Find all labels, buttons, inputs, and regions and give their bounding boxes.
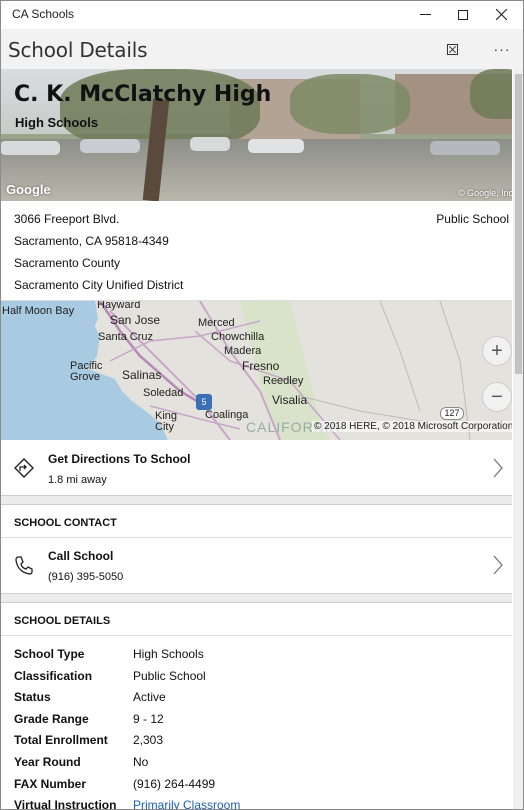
photo-tree	[470, 69, 512, 119]
map-label-hayward: Hayward	[97, 301, 141, 311]
school-details-title: SCHOOL DETAILS	[14, 615, 111, 627]
maximize-icon	[458, 9, 468, 20]
city-state-zip: Sacramento, CA 95818-4349	[14, 234, 169, 248]
scrollbar-thumb[interactable]	[515, 74, 522, 374]
county: Sacramento County	[14, 256, 121, 270]
school-level: High Schools	[15, 115, 99, 130]
map-label-coalinga: Coalinga	[205, 409, 249, 421]
more-options-button[interactable]: ···	[487, 35, 517, 63]
section-divider	[0, 495, 512, 505]
call-school-row[interactable]: Call School (916) 395-5050	[0, 539, 512, 592]
section-divider	[0, 593, 512, 603]
phone-icon	[15, 556, 33, 575]
photo-car	[190, 137, 230, 151]
get-directions-row[interactable]: Get Directions To School 1.8 mi away	[0, 441, 512, 495]
school-contact-header: SCHOOL CONTACT	[0, 506, 512, 538]
detail-label: Virtual Instruction	[14, 798, 117, 810]
close-icon	[495, 9, 507, 20]
school-details-header: SCHOOL DETAILS	[0, 604, 512, 636]
map-label-salinas: Salinas	[122, 368, 162, 382]
detail-label: FAX Number	[14, 777, 87, 791]
highway-5-shield: 5	[196, 394, 212, 410]
map-road	[379, 301, 421, 412]
close-details-button[interactable]	[437, 35, 467, 63]
detail-row: Total Enrollment 2,303	[0, 733, 512, 755]
detail-value: No	[133, 755, 149, 769]
school-type-label: Public School	[436, 212, 509, 226]
app-title: CA Schools	[12, 7, 75, 21]
map-label-reedley: Reedley	[263, 375, 304, 387]
map-label-merced: Merced	[198, 317, 235, 329]
zoom-out-button[interactable]: −	[482, 382, 512, 412]
chevron-right-icon	[493, 458, 503, 478]
map-label-visalia: Visalia	[272, 393, 308, 407]
directions-distance: 1.8 mi away	[48, 474, 107, 486]
minimize-icon	[419, 14, 431, 15]
detail-value: Public School	[133, 669, 206, 683]
detail-value: 9 - 12	[133, 712, 164, 726]
minimize-button[interactable]	[406, 0, 444, 29]
school-contact-title: SCHOOL CONTACT	[14, 517, 117, 529]
map-label-half-moon-bay: Half Moon Bay	[2, 305, 75, 317]
detail-row: Status Active	[0, 690, 512, 712]
virtual-instruction-link[interactable]: Primarily Classroom	[133, 798, 240, 810]
street-view-photo: C. K. McClatchy High High Schools Google…	[0, 69, 512, 201]
map-label-madera: Madera	[224, 345, 262, 357]
address-block: 3066 Freeport Blvd. Sacramento, CA 95818…	[0, 201, 512, 301]
street-address: 3066 Freeport Blvd.	[14, 212, 120, 226]
location-map[interactable]: Half Moon Bay Hayward San Jose Merced Ch…	[0, 301, 512, 440]
map-label-king-city: King City	[155, 410, 178, 433]
detail-label: Total Enrollment	[14, 733, 108, 747]
highway-127-shield: 127	[440, 407, 464, 420]
school-phone: (916) 395-5050	[48, 571, 124, 583]
detail-row: Grade Range 9 - 12	[0, 712, 512, 734]
directions-icon	[14, 458, 34, 478]
photo-car	[0, 141, 60, 155]
photo-car	[248, 139, 304, 153]
close-window-button[interactable]	[482, 0, 520, 29]
zoom-in-button[interactable]: +	[482, 336, 512, 366]
detail-label: Status	[14, 690, 51, 704]
detail-value: 2,303	[133, 733, 164, 747]
map-label-fresno: Fresno	[242, 359, 280, 373]
google-logo: Google	[6, 182, 51, 197]
detail-label: Year Round	[14, 755, 81, 769]
detail-value: Active	[133, 690, 166, 704]
photo-car	[80, 139, 140, 153]
district: Sacramento City Unified District	[14, 278, 184, 292]
map-label-santa: Santa Cruz	[98, 331, 154, 343]
detail-value: High Schools	[133, 647, 204, 661]
detail-value: (916) 264-4499	[133, 777, 216, 791]
window-titlebar: CA Schools	[0, 0, 524, 29]
detail-row: Classification Public School	[0, 669, 512, 691]
detail-label: Grade Range	[14, 712, 89, 726]
maximize-button[interactable]	[444, 0, 482, 29]
photo-tree	[290, 74, 410, 134]
app-header: School Details ···	[0, 29, 524, 69]
photo-car	[430, 141, 500, 155]
detail-label: Classification	[14, 669, 93, 683]
map-copyright: © 2018 HERE, © 2018 Microsoft Corporatio…	[312, 421, 512, 432]
detail-row: Year Round No	[0, 755, 512, 777]
vertical-scrollbar[interactable]	[513, 69, 524, 810]
detail-row: School Type High Schools	[0, 647, 512, 669]
detail-row: FAX Number (916) 264-4499	[0, 777, 512, 799]
map-label-soledad: Soledad	[143, 387, 184, 399]
detail-label: School Type	[14, 647, 85, 661]
close-box-icon	[446, 43, 458, 55]
detail-row: Virtual Instruction Primarily Classroom	[0, 798, 512, 810]
page-title: School Details	[8, 38, 148, 62]
photo-copyright: © Google, Inc	[458, 188, 512, 198]
school-name: C. K. McClatchy High	[14, 82, 272, 107]
directions-title: Get Directions To School	[48, 452, 191, 466]
map-label-san-jose: San Jose	[110, 313, 161, 327]
chevron-right-icon	[493, 555, 503, 575]
call-school-title: Call School	[48, 549, 114, 563]
map-label-chowchilla: Chowchilla	[211, 331, 265, 343]
map-label-pacific-grove: Pacific Grove	[70, 360, 103, 383]
details-content[interactable]: C. K. McClatchy High High Schools Google…	[0, 69, 524, 810]
